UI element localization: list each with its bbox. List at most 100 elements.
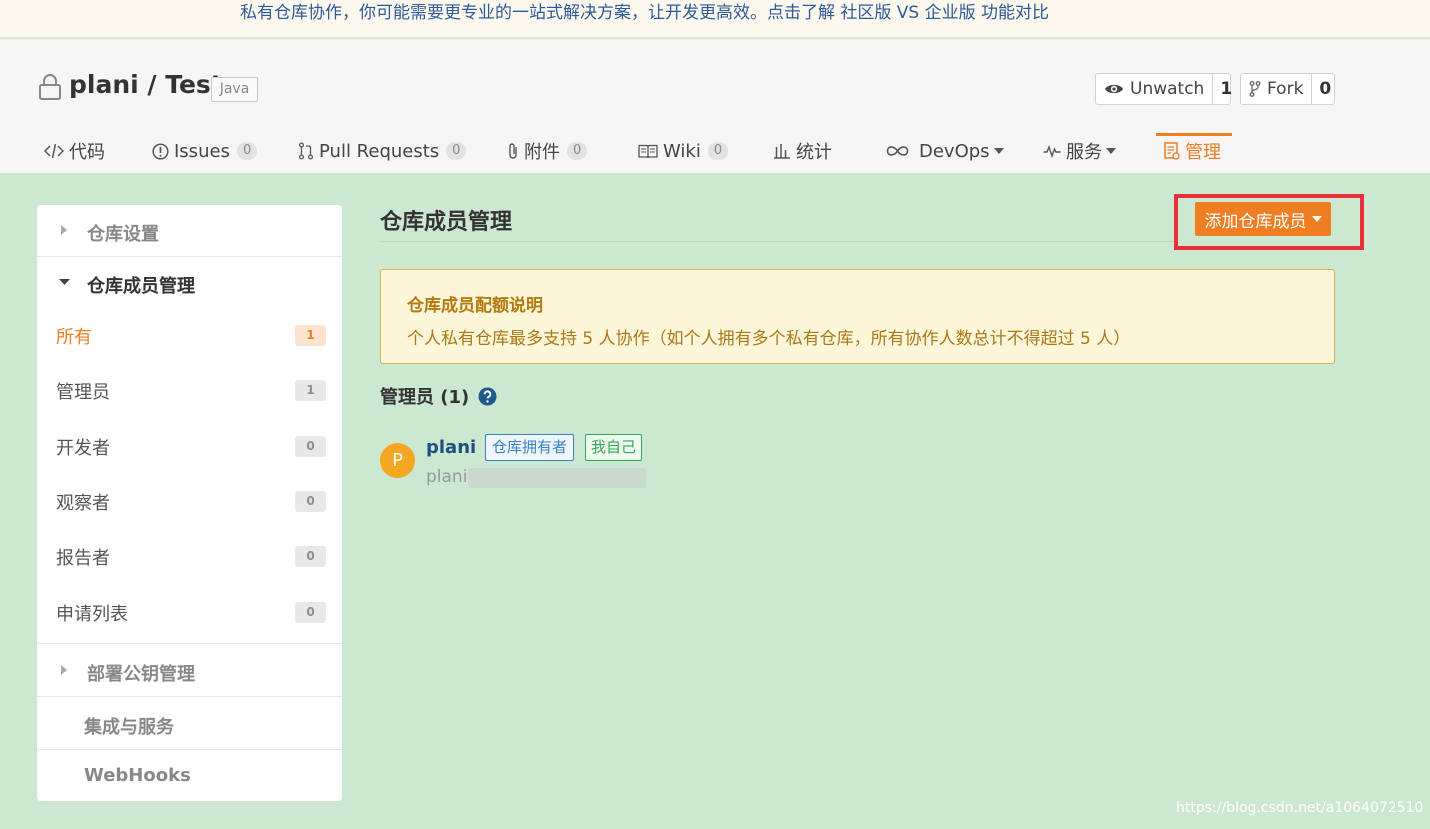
sidebar-item-admins[interactable]: 管理员 1 — [37, 362, 342, 418]
page-title: 仓库成员管理 — [380, 210, 513, 235]
caret-down-icon — [59, 279, 70, 285]
bar-chart-icon — [773, 143, 791, 159]
unwatch-label: Unwatch — [1130, 79, 1205, 99]
paperclip-icon — [507, 142, 519, 160]
avatar[interactable]: P — [380, 443, 415, 478]
caret-right-icon — [61, 225, 67, 235]
tab-manage-label: 管理 — [1185, 142, 1221, 163]
chevron-down-icon — [993, 148, 1004, 154]
sidebar-item-developers[interactable]: 开发者 0 — [37, 418, 342, 474]
repo-title[interactable]: plani / Test — [69, 70, 223, 99]
sidebar-item-label: 管理员 — [56, 382, 110, 403]
sidebar-item-label: 所有 — [56, 327, 92, 348]
quota-notice: 仓库成员配额说明 个人私有仓库最多支持 5 人协作（如个人拥有多个私有仓库，所有… — [380, 269, 1335, 364]
tab-pull-requests-label: Pull Requests — [319, 140, 440, 162]
pull-request-icon — [298, 142, 314, 160]
tab-wiki-label: Wiki — [663, 140, 701, 162]
watermark: https://blog.csdn.net/a1064072510 — [1176, 800, 1424, 816]
top-banner: 私有仓库协作，你可能需要更专业的一站式解决方案，让开发更高效。点击了解 社区版 … — [0, 0, 1430, 38]
tab-stats-label: 统计 — [796, 142, 832, 163]
help-icon[interactable] — [478, 387, 497, 406]
owner-tag: 仓库拥有者 — [485, 434, 575, 461]
sidebar-section-integrations[interactable]: 集成与服务 — [37, 698, 342, 750]
tab-attachments[interactable]: 附件 0 — [507, 129, 588, 173]
tab-services[interactable]: 服务 — [1043, 129, 1116, 173]
tab-devops[interactable]: DevOps — [886, 129, 1004, 173]
manage-icon — [1164, 142, 1180, 160]
sidebar-section-repo-settings[interactable]: 仓库设置 — [37, 205, 342, 257]
repo-header: plani / Test Java Unwatch 1 Fork 0 代码 Is… — [0, 39, 1430, 173]
tab-attachments-label: 附件 — [524, 142, 560, 163]
title-divider — [380, 241, 1176, 242]
sidebar-item-count: 0 — [295, 546, 326, 567]
sidebar-section-label: 集成与服务 — [84, 717, 174, 738]
tab-stats[interactable]: 统计 — [773, 129, 832, 173]
banner-link[interactable]: 私有仓库协作，你可能需要更专业的一站式解决方案，让开发更高效。点击了解 社区版 … — [240, 0, 1049, 23]
fork-icon — [1249, 81, 1261, 97]
tab-pull-requests[interactable]: Pull Requests 0 — [298, 129, 467, 173]
sidebar-item-reporters[interactable]: 报告者 0 — [37, 528, 342, 584]
sidebar-item-label: 观察者 — [56, 493, 110, 514]
tab-wiki-count: 0 — [707, 142, 729, 160]
unwatch-button[interactable]: Unwatch — [1096, 74, 1214, 104]
member-name[interactable]: plani — [426, 437, 476, 458]
caret-right-icon — [61, 665, 67, 675]
member-username: plani — [426, 467, 468, 487]
sidebar-section-members[interactable]: 仓库成员管理 — [37, 257, 342, 309]
eye-icon — [1105, 84, 1123, 94]
tab-issues-label: Issues — [174, 140, 230, 162]
chevron-down-icon — [1106, 148, 1116, 154]
add-member-button[interactable]: 添加仓库成员 — [1195, 202, 1331, 236]
sidebar-item-observers[interactable]: 观察者 0 — [37, 473, 342, 529]
watch-count[interactable]: 1 — [1213, 74, 1239, 104]
tab-devops-label: DevOps — [919, 140, 990, 162]
sidebar-item-count: 0 — [295, 602, 326, 623]
sidebar-item-all[interactable]: 所有 1 — [37, 307, 342, 363]
notice-text: 个人私有仓库最多支持 5 人协作（如个人拥有多个私有仓库，所有协作人数总计不得超… — [407, 329, 1131, 349]
tab-services-label: 服务 — [1066, 142, 1102, 163]
tab-pull-requests-count: 0 — [446, 142, 467, 160]
active-tab-indicator — [1156, 133, 1232, 136]
language-badge: Java — [211, 77, 258, 102]
redacted-text — [468, 468, 646, 488]
fork-button-group: Fork 0 — [1240, 73, 1335, 105]
sidebar-section-label: 仓库成员管理 — [87, 276, 195, 297]
tab-code[interactable]: 代码 — [44, 129, 105, 173]
code-icon — [44, 143, 64, 159]
tab-code-label: 代码 — [69, 142, 105, 163]
tab-issues-count: 0 — [236, 142, 258, 160]
notice-title: 仓库成员配额说明 — [407, 296, 543, 316]
sidebar-section-label: 仓库设置 — [87, 224, 159, 245]
fork-button[interactable]: Fork — [1241, 74, 1313, 104]
sidebar-item-label: 申请列表 — [56, 604, 128, 625]
sidebar-item-count: 0 — [295, 436, 326, 457]
tab-issues[interactable]: Issues 0 — [152, 129, 258, 173]
sidebar-section-label: WebHooks — [84, 765, 191, 786]
admin-group-title: 管理员 (1) — [380, 383, 497, 409]
group-title-label: 管理员 (1) — [380, 387, 470, 408]
member-row: P plani 仓库拥有者 我自己 plani — [380, 434, 780, 494]
sidebar-section-deploy-keys[interactable]: 部署公钥管理 — [37, 645, 342, 697]
settings-sidebar: 仓库设置 仓库成员管理 所有 1 管理员 1 开发者 0 观察者 0 报告者 0… — [37, 205, 342, 801]
add-member-label: 添加仓库成员 — [1204, 211, 1307, 232]
tab-wiki[interactable]: Wiki 0 — [638, 129, 729, 173]
sidebar-item-count: 1 — [295, 380, 326, 401]
sidebar-item-count: 0 — [295, 491, 326, 512]
lock-icon — [39, 74, 61, 100]
self-tag: 我自己 — [585, 434, 643, 461]
sidebar-item-label: 报告者 — [56, 548, 110, 569]
issue-icon — [152, 142, 169, 160]
watch-button-group: Unwatch 1 — [1095, 73, 1232, 105]
chevron-down-icon — [1311, 216, 1322, 222]
sidebar-section-label: 部署公钥管理 — [87, 664, 195, 685]
fork-count[interactable]: 0 — [1312, 74, 1338, 104]
sidebar-section-webhooks[interactable]: WebHooks — [37, 750, 342, 802]
book-icon — [638, 144, 658, 159]
tab-attachments-count: 0 — [567, 142, 588, 160]
infinity-icon — [886, 145, 909, 157]
sidebar-item-label: 开发者 — [56, 438, 110, 459]
sidebar-item-count: 1 — [295, 325, 326, 346]
fork-label: Fork — [1267, 79, 1304, 99]
sidebar-item-requests[interactable]: 申请列表 0 — [37, 584, 342, 644]
pulse-icon — [1043, 144, 1061, 158]
